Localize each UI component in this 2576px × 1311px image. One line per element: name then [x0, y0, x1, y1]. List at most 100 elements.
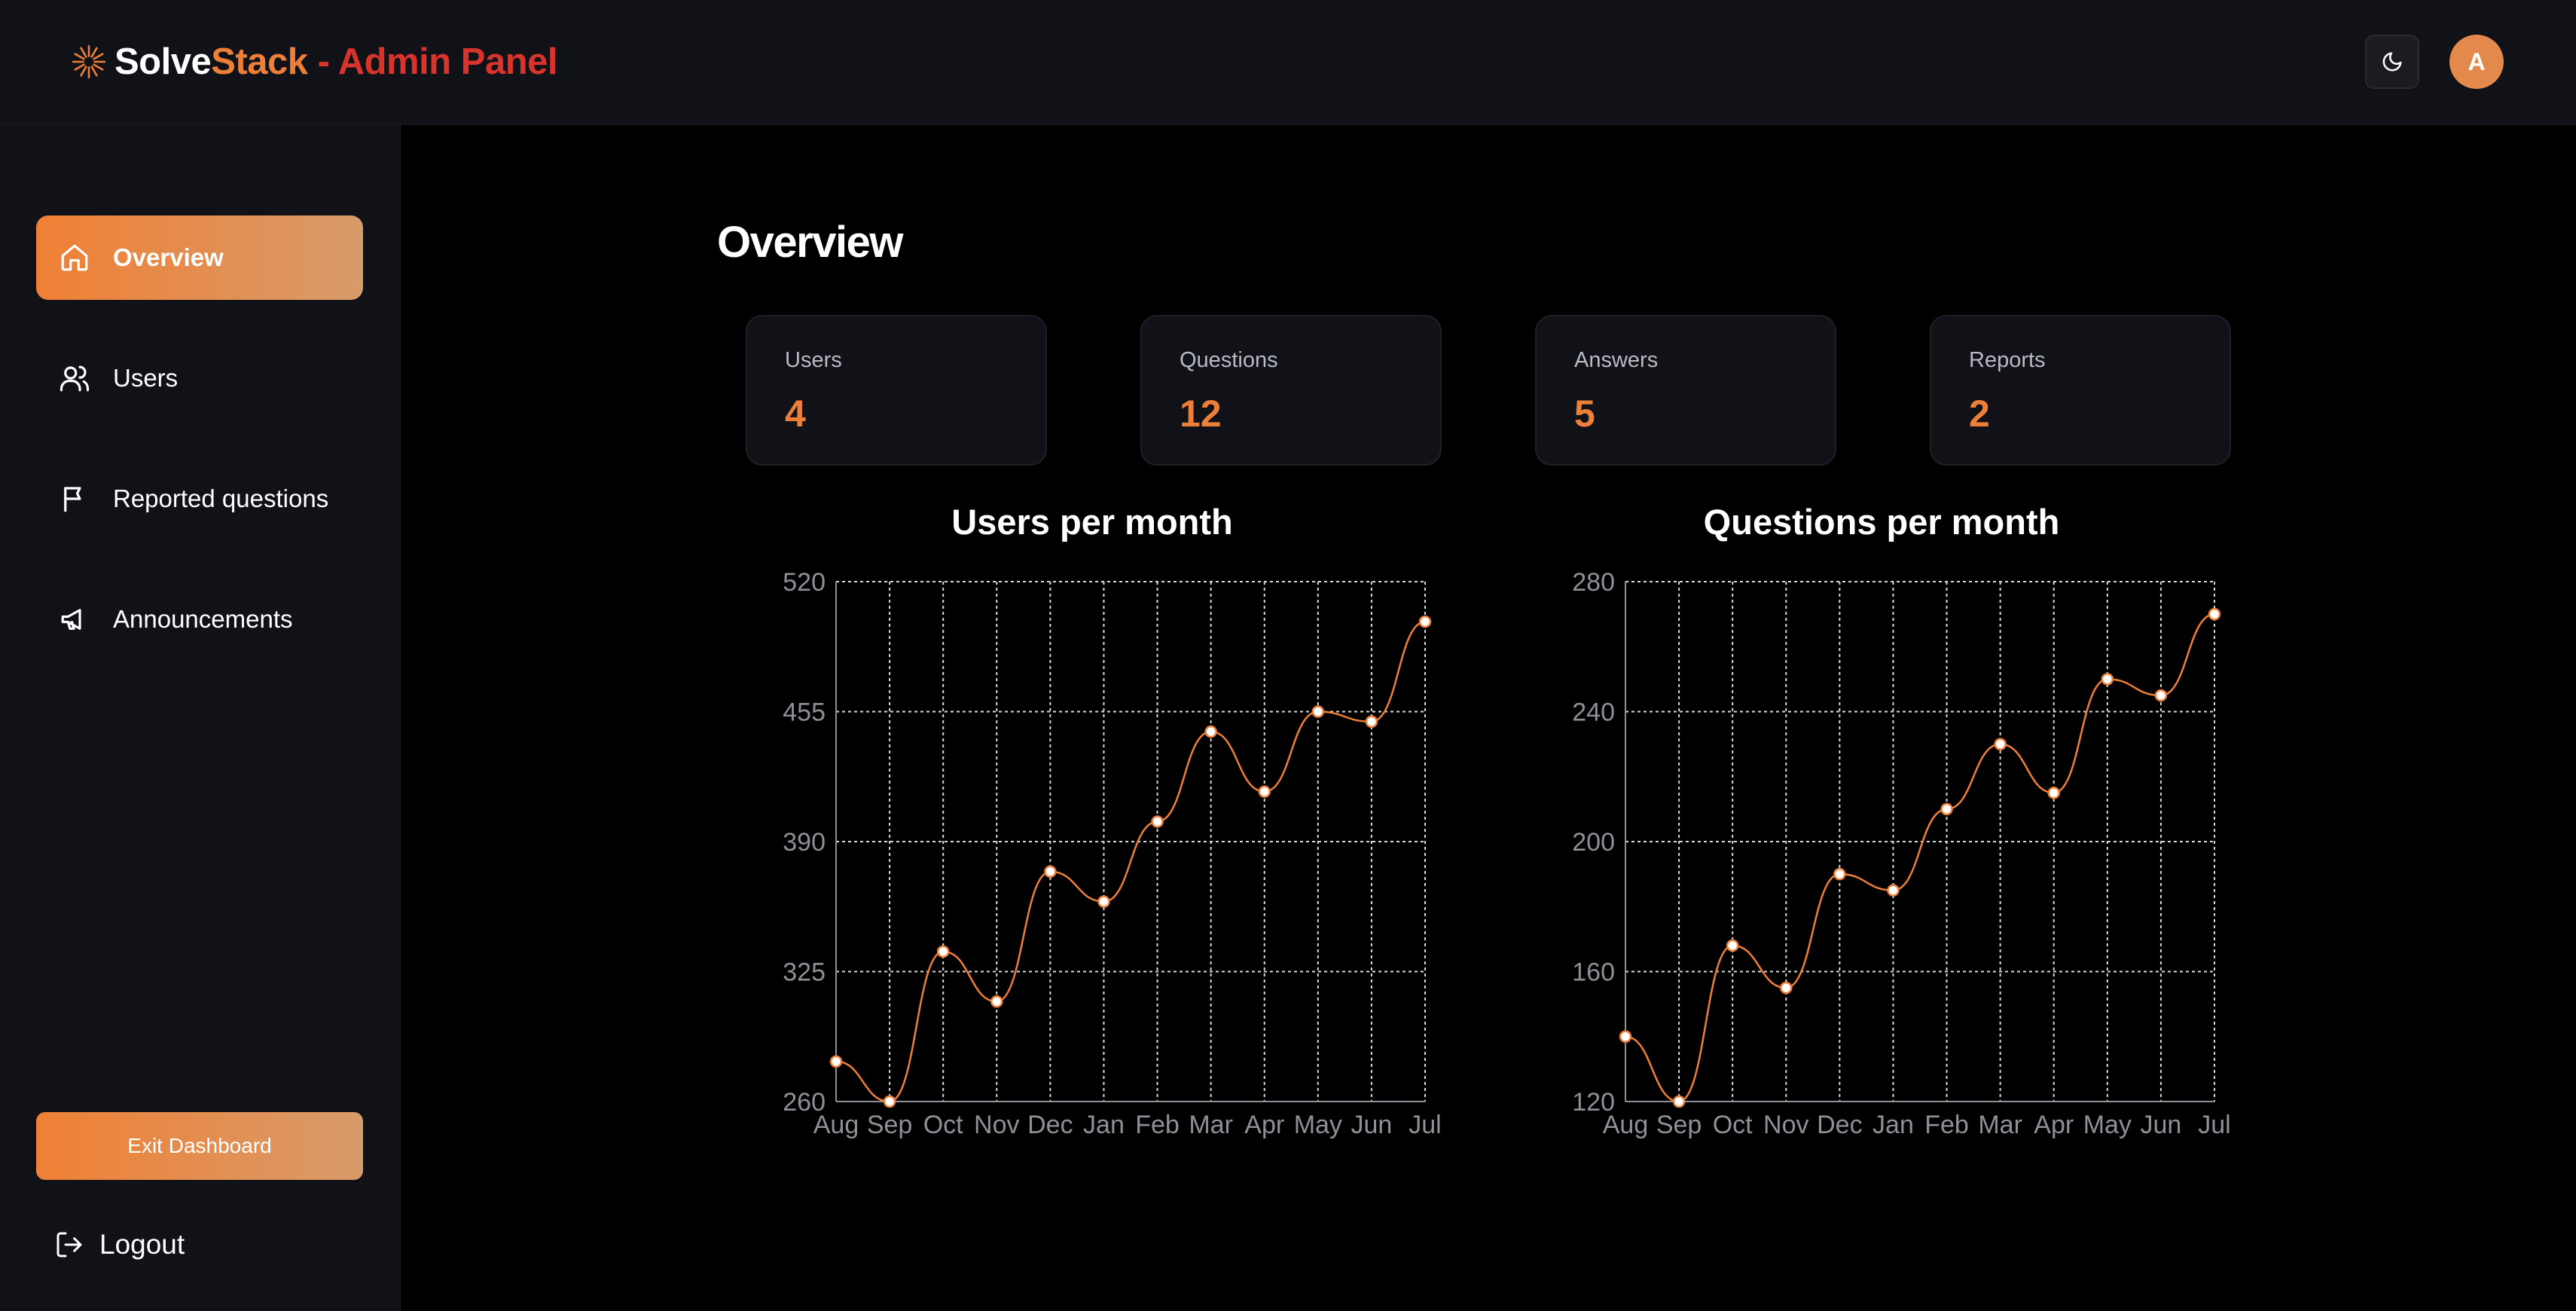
stat-card-questions: Questions 12 [1140, 315, 1442, 466]
x-tick-label: Feb [1924, 1111, 1969, 1139]
exit-dashboard-button[interactable]: Exit Dashboard [36, 1112, 363, 1180]
stat-value: 12 [1180, 393, 1222, 435]
stat-value: 5 [1574, 393, 1595, 435]
y-tick-label: 390 [783, 828, 826, 857]
x-tick-label: Aug [1603, 1111, 1649, 1139]
data-point[interactable] [1097, 895, 1110, 908]
x-tick-label: Dec [1027, 1111, 1073, 1139]
stat-label: Questions [1180, 348, 1278, 372]
data-point[interactable] [1311, 705, 1325, 718]
sidebar-item-reported-questions[interactable]: Reported questions [36, 457, 363, 541]
stat-card-answers: Answers 5 [1535, 315, 1836, 466]
chart-grid [835, 581, 1426, 1102]
x-tick-label: May [1294, 1111, 1342, 1139]
chart-title-questions: Questions per month [1703, 502, 2060, 542]
stat-label: Users [785, 348, 842, 372]
x-tick-label: Nov [1763, 1111, 1808, 1139]
brand-title: SolveStack - Admin Panel [114, 41, 558, 83]
x-tick-label: Jul [2198, 1111, 2230, 1139]
data-point[interactable] [1672, 1095, 1686, 1108]
data-point[interactable] [2154, 689, 2168, 702]
theme-toggle-button[interactable] [2365, 35, 2419, 89]
data-point[interactable] [1833, 867, 1846, 881]
data-point[interactable] [2208, 607, 2221, 621]
y-tick-label: 240 [1572, 698, 1615, 727]
sidebar-item-label: Overview [113, 243, 224, 271]
logout-label: Logout [99, 1229, 185, 1260]
chart-title-users: Users per month [951, 502, 1233, 542]
data-point[interactable] [1204, 725, 1217, 738]
sidebar-item-users[interactable]: Users [36, 336, 363, 420]
x-tick-label: Jan [1083, 1111, 1125, 1139]
y-tick-label: 160 [1572, 958, 1615, 987]
x-tick-label: Mar [1189, 1111, 1233, 1139]
x-tick-label: Oct [1713, 1111, 1753, 1139]
x-tick-label: Feb [1135, 1111, 1180, 1139]
stat-card-reports: Reports 2 [1930, 315, 2231, 466]
x-tick-label: Oct [923, 1111, 963, 1139]
y-tick-label: 520 [783, 568, 826, 597]
data-point[interactable] [1994, 738, 2007, 750]
app-logo[interactable]: SolveStack - Admin Panel [69, 39, 558, 84]
x-tick-label: Sep [867, 1111, 913, 1139]
x-tick-label: Apr [2034, 1111, 2074, 1139]
top-bar: SolveStack - Admin Panel A [0, 0, 2576, 125]
x-tick-label: May [2083, 1111, 2132, 1139]
data-point[interactable] [2101, 673, 2114, 686]
x-tick-label: Aug [813, 1111, 859, 1139]
stat-label: Answers [1574, 348, 1659, 372]
users-icon [60, 365, 90, 392]
x-tick-label: Dec [1817, 1111, 1862, 1139]
series-line [835, 620, 1426, 1103]
x-tick-label: Jun [1351, 1111, 1392, 1139]
chart-grid [1625, 581, 2215, 1102]
x-tick-label: Jun [2140, 1111, 2181, 1139]
sidebar: Overview Users Reported questions Announ… [0, 125, 401, 1311]
data-point[interactable] [1418, 615, 1432, 628]
data-point[interactable] [1780, 981, 1793, 995]
sidebar-item-announcements[interactable]: Announcements [36, 577, 363, 662]
sidebar-item-overview[interactable]: Overview [36, 215, 363, 300]
logout-icon [56, 1232, 82, 1258]
flag-icon [64, 487, 81, 512]
data-point[interactable] [1151, 815, 1164, 828]
sunburst-logo-icon [72, 44, 106, 79]
data-point[interactable] [829, 1055, 843, 1068]
data-point[interactable] [1258, 785, 1271, 798]
data-point[interactable] [1365, 715, 1378, 729]
data-point[interactable] [1940, 802, 1953, 816]
y-tick-label: 455 [783, 698, 826, 727]
users-per-month-chart: 520455390325260Aug Sep Oct Nov Dec Jan Feb Mar A… [783, 568, 1441, 1139]
data-point[interactable] [883, 1095, 896, 1108]
x-tick-label: Sep [1656, 1111, 1702, 1139]
x-tick-label: Apr [1244, 1111, 1284, 1139]
moon-icon [2382, 52, 2402, 72]
page-title: Overview [717, 218, 903, 267]
sidebar-item-label: Announcements [113, 605, 293, 633]
brand-name-part2: Stack [211, 41, 308, 82]
data-point[interactable] [990, 995, 1003, 1008]
megaphone-icon [61, 609, 81, 630]
x-tick-label: Nov [974, 1111, 1019, 1139]
data-point[interactable] [1887, 884, 1900, 897]
questions-per-month-chart: 280240200160120Aug Sep Oct Nov Dec Jan Feb Mar A… [1572, 568, 2230, 1139]
sidebar-item-label: Users [113, 364, 179, 392]
user-avatar[interactable]: A [2449, 35, 2504, 89]
data-point[interactable] [1619, 1030, 1632, 1043]
data-point[interactable] [1044, 865, 1057, 879]
y-tick-label: 280 [1572, 568, 1615, 597]
stat-card-users: Users 4 [746, 315, 1047, 466]
y-tick-label: 325 [783, 958, 826, 987]
data-point[interactable] [2047, 787, 2060, 799]
stat-value: 4 [785, 393, 806, 435]
stat-value: 2 [1969, 393, 1990, 435]
x-tick-label: Jul [1409, 1111, 1441, 1139]
brand-suffix: - Admin Panel [307, 41, 558, 82]
y-tick-label: 200 [1572, 828, 1615, 857]
stat-label: Reports [1969, 348, 2046, 372]
logout-button[interactable]: Logout [54, 1222, 185, 1267]
series-line [1625, 613, 2215, 1103]
sidebar-item-label: Reported questions [113, 484, 329, 512]
data-point[interactable] [936, 945, 950, 958]
data-point[interactable] [1726, 939, 1739, 952]
